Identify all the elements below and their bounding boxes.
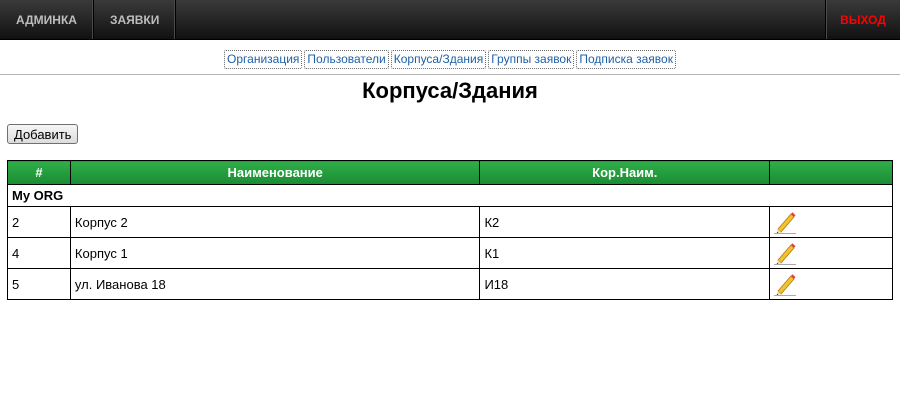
row-id: 5 bbox=[7, 268, 71, 300]
pencil-icon[interactable] bbox=[774, 241, 797, 265]
add-button[interactable]: Добавить bbox=[7, 124, 79, 144]
row-id: 4 bbox=[7, 237, 71, 269]
row-name: Корпус 2 bbox=[69, 206, 481, 238]
column-header-name: Наименование bbox=[69, 160, 481, 185]
group-row: My ORG bbox=[7, 184, 893, 207]
table-row: 5 ул. Иванова 18 И18 bbox=[7, 268, 893, 300]
group-label: My ORG bbox=[7, 184, 893, 207]
nav-admin[interactable]: АДМИНКА bbox=[0, 0, 94, 39]
subnav-users[interactable]: Пользователи bbox=[304, 50, 389, 69]
row-short-name: К1 bbox=[479, 237, 771, 269]
column-header-number: # bbox=[7, 160, 71, 185]
row-actions bbox=[769, 268, 893, 300]
table-header-row: # Наименование Кор.Наим. bbox=[7, 160, 893, 185]
column-header-actions bbox=[769, 160, 893, 185]
subnav-request-subscriptions[interactable]: Подписка заявок bbox=[576, 50, 676, 69]
sub-navigation: Организация Пользователи Корпуса/Здания … bbox=[0, 40, 900, 75]
subnav-request-groups[interactable]: Группы заявок bbox=[488, 50, 575, 69]
logout-button[interactable]: ВЫХОД bbox=[825, 0, 900, 39]
buildings-table: # Наименование Кор.Наим. My ORG 2 Корпус… bbox=[7, 160, 893, 300]
pencil-icon[interactable] bbox=[774, 210, 797, 234]
column-header-short-name: Кор.Наим. bbox=[479, 160, 771, 185]
row-actions bbox=[769, 237, 893, 269]
nav-requests[interactable]: ЗАЯВКИ bbox=[94, 0, 177, 39]
table-row: 2 Корпус 2 К2 bbox=[7, 206, 893, 238]
top-navbar: АДМИНКА ЗАЯВКИ ВЫХОД bbox=[0, 0, 900, 40]
page-title: Корпуса/Здания bbox=[362, 78, 538, 103]
row-name: Корпус 1 bbox=[69, 237, 481, 269]
table-row: 4 Корпус 1 К1 bbox=[7, 237, 893, 269]
subnav-buildings[interactable]: Корпуса/Здания bbox=[390, 50, 487, 69]
row-actions bbox=[769, 206, 893, 238]
subnav-organization[interactable]: Организация bbox=[224, 50, 303, 69]
row-short-name: К2 bbox=[479, 206, 771, 238]
row-short-name: И18 bbox=[479, 268, 771, 300]
row-id: 2 bbox=[7, 206, 71, 238]
navbar-spacer bbox=[176, 0, 825, 39]
pencil-icon[interactable] bbox=[774, 272, 797, 296]
row-name: ул. Иванова 18 bbox=[69, 268, 481, 300]
